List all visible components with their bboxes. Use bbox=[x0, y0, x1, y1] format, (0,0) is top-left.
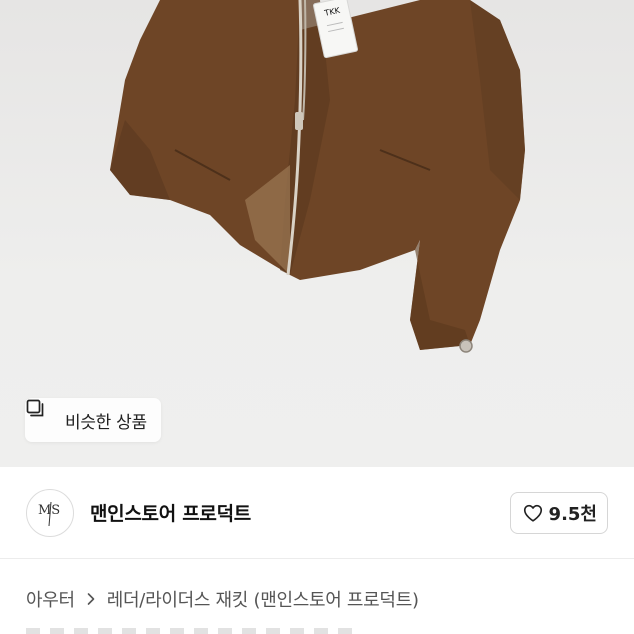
jacket-photo-icon: TKK bbox=[110, 0, 525, 353]
shop-row[interactable]: MS 맨인스토어 프로덕트 9.5천 bbox=[0, 467, 634, 559]
chevron-right-icon bbox=[83, 591, 99, 607]
breadcrumb-category[interactable]: 아우터 bbox=[26, 586, 75, 612]
similar-items-icon bbox=[26, 399, 57, 430]
svg-text:MS: MS bbox=[38, 503, 60, 518]
breadcrumb: 아우터 레더/라이더스 재킷 (맨인스토어 프로덕트) bbox=[26, 584, 419, 614]
like-count: 9.5천 bbox=[548, 503, 597, 525]
breadcrumb-subcategory[interactable]: 레더/라이더스 재킷 (맨인스토어 프로덕트) bbox=[107, 586, 419, 612]
shop-logo-icon: MS bbox=[38, 501, 60, 526]
similar-items-label: 비슷한 상품 bbox=[65, 412, 147, 433]
like-button[interactable]: 9.5천 bbox=[509, 491, 608, 534]
shop-name[interactable]: 맨인스토어 프로덕트 bbox=[90, 499, 251, 526]
product-image[interactable]: TKK 비슷한 상품 bbox=[0, 0, 634, 467]
shop-avatar[interactable]: MS bbox=[26, 488, 74, 537]
similar-items-button[interactable]: 비슷한 상품 bbox=[25, 398, 161, 442]
heart-outline-icon bbox=[522, 502, 544, 524]
truncated-title-text bbox=[26, 628, 356, 634]
